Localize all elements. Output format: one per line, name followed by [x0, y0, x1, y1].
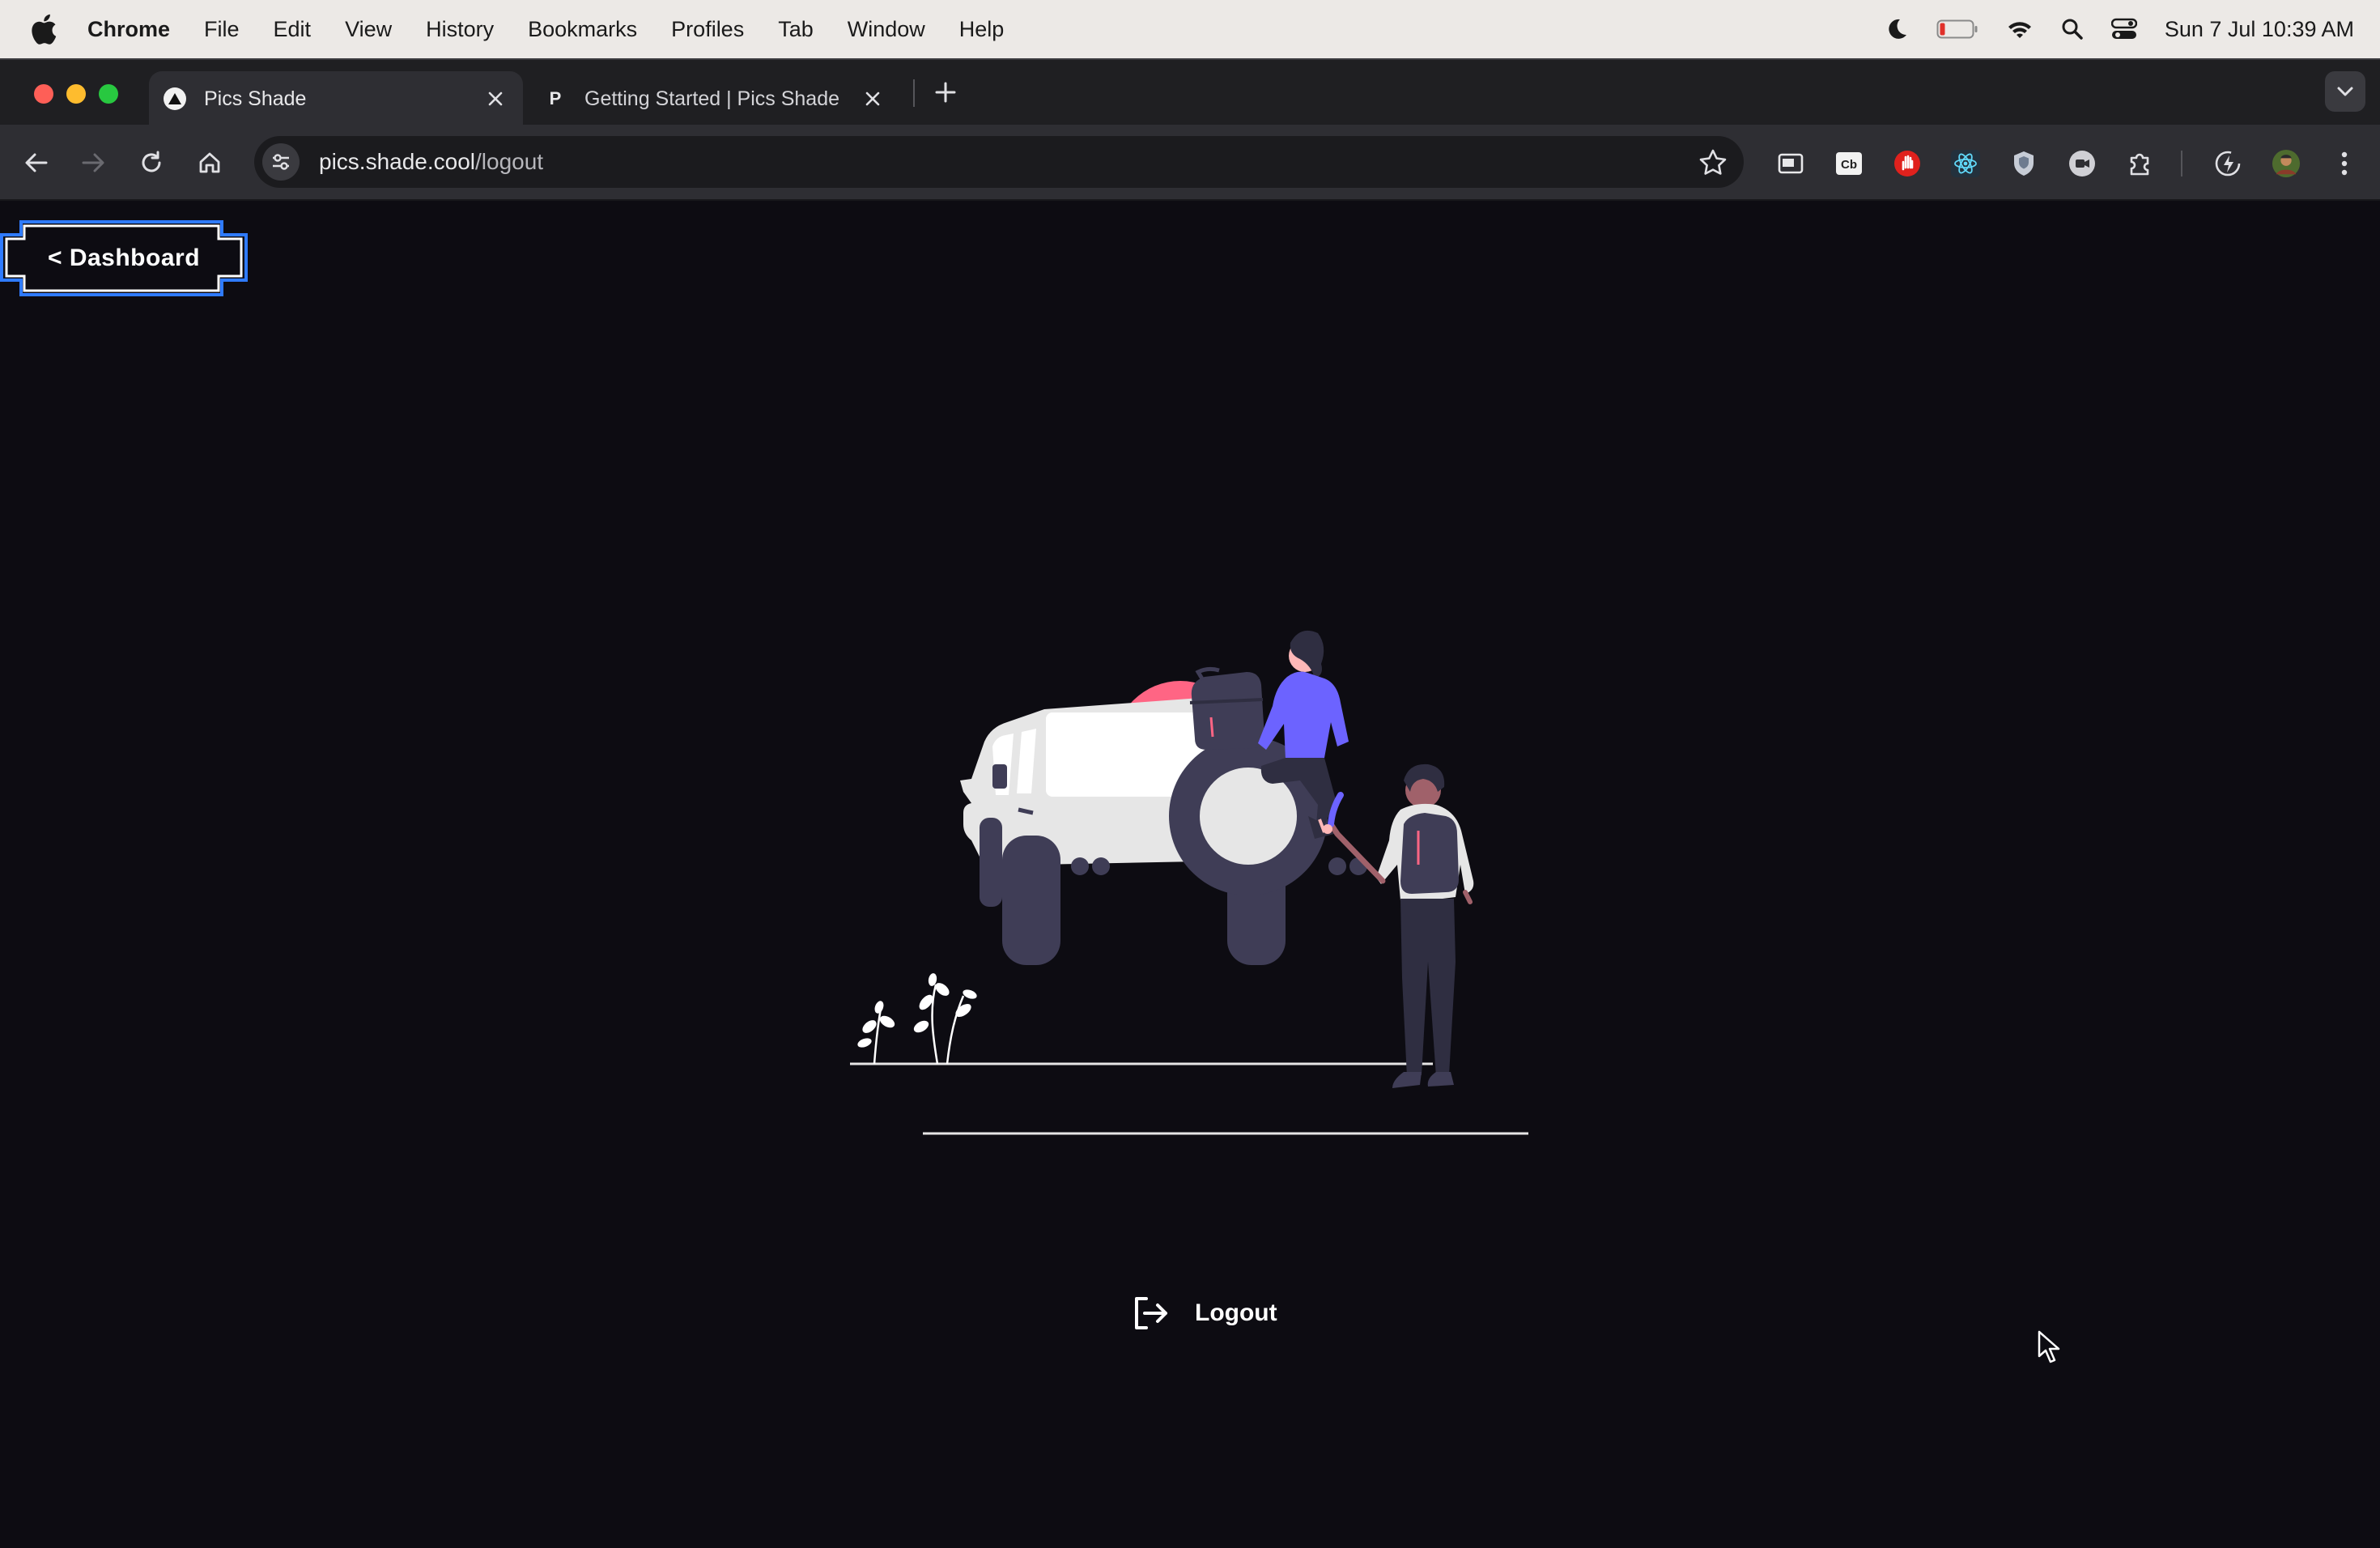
- back-arrow-icon[interactable]: [16, 142, 57, 183]
- menu-bookmarks[interactable]: Bookmarks: [528, 17, 637, 42]
- menu-app-chrome[interactable]: Chrome: [87, 17, 170, 42]
- window-minimize-button[interactable]: [66, 84, 86, 104]
- window-close-button[interactable]: [34, 84, 53, 104]
- logout-label: Logout: [1195, 1299, 1277, 1326]
- logout-button[interactable]: Logout: [1130, 1289, 1277, 1337]
- battery-icon[interactable]: [1936, 19, 1978, 40]
- logout-arrow-icon: [1135, 1297, 1167, 1329]
- macos-menubar: Chrome File Edit View History Bookmarks …: [0, 0, 2380, 58]
- stop-hand-extension-icon[interactable]: [1893, 149, 1922, 178]
- tab-pics-shade[interactable]: Pics Shade: [149, 71, 523, 126]
- menu-tab[interactable]: Tab: [778, 17, 814, 42]
- spotlight-search-icon[interactable]: [2061, 18, 2084, 40]
- pics-shade-favicon-icon: [164, 87, 186, 110]
- forward-arrow-icon[interactable]: [73, 142, 113, 183]
- picture-in-picture-icon[interactable]: [1776, 149, 1805, 178]
- site-settings-icon[interactable]: [262, 143, 300, 181]
- dashboard-back-button[interactable]: < Dashboard: [0, 220, 248, 296]
- apple-logo-icon[interactable]: [31, 13, 57, 45]
- bookmark-star-icon[interactable]: [1697, 146, 1729, 178]
- menu-profiles[interactable]: Profiles: [671, 17, 744, 42]
- chrome-menu-kebab-icon[interactable]: [2330, 149, 2359, 178]
- tab-close-icon[interactable]: [481, 84, 510, 113]
- tab-title: Getting Started | Pics Shade: [584, 87, 840, 110]
- cb-extension-icon[interactable]: Cb: [1834, 149, 1864, 178]
- menu-view[interactable]: View: [345, 17, 392, 42]
- new-tab-plus-icon[interactable]: [928, 74, 963, 110]
- svg-text:Cb: Cb: [1841, 158, 1857, 172]
- tab-separator: [913, 79, 915, 107]
- performance-icon[interactable]: [2213, 149, 2242, 178]
- tab-strip: Pics Shade P Getting Started | Pics Shad…: [0, 58, 2380, 126]
- status-area: Sun 7 Jul 10:39 AM: [1885, 0, 2354, 58]
- browser-toolbar: pics.shade.cool/logout Cb: [0, 125, 2380, 201]
- grey-circle-extension-icon[interactable]: [2068, 149, 2097, 178]
- dark-mode-moon-icon[interactable]: [1885, 17, 1909, 41]
- menu-edit[interactable]: Edit: [274, 17, 312, 42]
- menu-file[interactable]: File: [204, 17, 240, 42]
- menubar-clock[interactable]: Sun 7 Jul 10:39 AM: [2165, 17, 2354, 42]
- reload-icon[interactable]: [131, 142, 172, 183]
- tab-title: Pics Shade: [204, 87, 307, 110]
- mouse-pointer-icon: [2038, 1330, 2060, 1363]
- url-path: /logout: [475, 149, 544, 174]
- control-center-icon[interactable]: [2110, 18, 2137, 40]
- tab-close-icon[interactable]: [858, 84, 887, 113]
- getting-started-favicon-icon: P: [549, 88, 562, 108]
- tab-getting-started[interactable]: P Getting Started | Pics Shade: [534, 71, 900, 126]
- toolbar-separator: [2181, 151, 2182, 176]
- menu-help[interactable]: Help: [959, 17, 1005, 42]
- page-content: < Dashboard Logout: [0, 201, 2380, 1548]
- address-bar[interactable]: pics.shade.cool/logout: [254, 136, 1744, 188]
- tab-search-chevron-icon[interactable]: [2325, 71, 2365, 112]
- url-host: pics.shade.cool: [319, 149, 476, 174]
- puzzle-extensions-icon[interactable]: [2126, 149, 2155, 178]
- wifi-icon[interactable]: [2006, 19, 2034, 40]
- home-icon[interactable]: [189, 142, 230, 183]
- window-zoom-button[interactable]: [99, 84, 118, 104]
- menu-history[interactable]: History: [426, 17, 494, 42]
- profile-avatar[interactable]: [2272, 149, 2301, 178]
- react-devtools-icon[interactable]: [1951, 149, 1980, 178]
- menu-window[interactable]: Window: [848, 17, 925, 42]
- dashboard-button-label: < Dashboard: [47, 245, 201, 271]
- couple-jeep-illustration: [850, 630, 1528, 1135]
- shield-extension-icon[interactable]: [2009, 149, 2038, 178]
- url-text[interactable]: pics.shade.cool/logout: [319, 149, 543, 175]
